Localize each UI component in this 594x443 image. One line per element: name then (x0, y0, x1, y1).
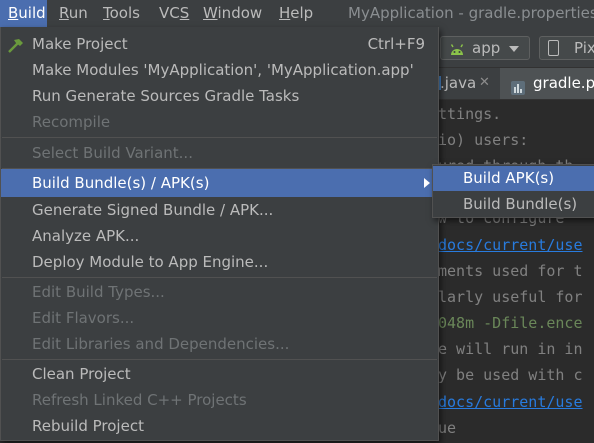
menu-item-label: Rebuild Project (32, 417, 144, 435)
code-line: e will run in in (438, 340, 583, 358)
menu-item-label: Recompile (32, 113, 111, 131)
build-bundle-submenu: Build APK(s) Build Bundle(s) (432, 164, 594, 218)
menu-item-select-build-variant: Select Build Variant... (1, 140, 438, 166)
window-title: MyApplication - gradle.properties (348, 4, 594, 22)
code-line: 048m -Dfile.ence (438, 314, 583, 332)
menu-item-run-generate-sources[interactable]: Run Generate Sources Gradle Tasks (1, 83, 438, 109)
menu-item-label: Run Generate Sources Gradle Tasks (32, 87, 300, 105)
menu-item-label: Edit Libraries and Dependencies... (32, 335, 290, 353)
code-line: io) users: (438, 131, 529, 149)
submenu-item-label: Build Bundle(s) (463, 195, 578, 213)
menu-tools-mnemonic: T (103, 4, 110, 22)
menu-vcs[interactable]: VCS (159, 0, 189, 27)
menu-item-generate-signed[interactable]: Generate Signed Bundle / APK... (1, 197, 438, 223)
submenu-item-build-apk[interactable]: Build APK(s) (433, 166, 594, 191)
menu-item-recompile: Recompile (1, 109, 438, 135)
menu-item-label: Edit Build Types... (32, 283, 165, 301)
menu-separator (2, 277, 437, 278)
menu-help[interactable]: Help (279, 0, 313, 27)
menu-item-deploy-app-engine[interactable]: Deploy Module to App Engine... (1, 249, 438, 275)
menu-item-edit-libraries: Edit Libraries and Dependencies... (1, 331, 438, 357)
android-icon (449, 41, 465, 63)
menu-item-make-project[interactable]: Make Project Ctrl+F9 (1, 31, 438, 57)
menu-build[interactable]: Build (0, 0, 47, 27)
device-icon (548, 40, 559, 56)
menu-item-edit-build-types: Edit Build Types... (1, 279, 438, 305)
menu-run[interactable]: Run (59, 0, 88, 27)
menu-item-label: Refresh Linked C++ Projects (32, 391, 247, 409)
menu-vcs-pre: VC (159, 4, 180, 22)
menu-window[interactable]: Window (203, 0, 262, 27)
close-icon[interactable]: ✕ (479, 68, 490, 98)
shortcut-label: Ctrl+F9 (367, 35, 425, 53)
code-line: y be used with c (438, 366, 583, 384)
menu-run-mnemonic: R (59, 4, 69, 22)
submenu-item-label: Build APK(s) (463, 169, 555, 187)
menu-window-mnemonic: W (203, 4, 218, 22)
menu-item-make-modules[interactable]: Make Modules 'MyApplication', 'MyApplica… (1, 57, 438, 83)
menu-item-rebuild-project[interactable]: Rebuild Project (1, 413, 438, 439)
code-line: ue (438, 419, 457, 437)
menu-run-rest: un (68, 4, 88, 22)
menu-build-rest: uild (18, 4, 46, 22)
menu-item-refresh-linked-cpp: Refresh Linked C++ Projects (1, 387, 438, 413)
code-line: ttings. (438, 105, 502, 123)
menu-tools[interactable]: Tools (103, 0, 140, 27)
device-combo[interactable]: Pix (539, 36, 594, 60)
submenu-arrow-icon (424, 178, 430, 188)
menu-separator (2, 359, 437, 360)
menu-item-label: Make Project (32, 35, 128, 53)
menu-item-edit-flavors: Edit Flavors... (1, 305, 438, 331)
menu-item-label: Make Modules 'MyApplication', 'MyApplica… (32, 61, 414, 79)
menu-item-clean-project[interactable]: Clean Project (1, 361, 438, 387)
menu-item-build-bundle-apk[interactable]: Build Bundle(s) / APK(s) (1, 169, 438, 197)
tab-gradle-label: gradle.p (533, 74, 594, 92)
build-menu-dropdown: Make Project Ctrl+F9 Make Modules 'MyApp… (0, 27, 439, 441)
menu-separator (2, 137, 437, 138)
menu-item-label: Build Bundle(s) / APK(s) (32, 174, 210, 192)
tab-java-label: .java (440, 74, 477, 92)
menu-item-label: Analyze APK... (32, 227, 140, 245)
tab-java[interactable]: .java ✕ (437, 68, 499, 99)
menu-item-analyze-apk[interactable]: Analyze APK... (1, 223, 438, 249)
menu-item-label: Edit Flavors... (32, 309, 135, 327)
submenu-item-build-bundle[interactable]: Build Bundle(s) (433, 192, 594, 217)
code-link[interactable]: docs/current/use (438, 393, 583, 411)
device-label: Pix (574, 39, 594, 57)
menu-vcs-mnemonic: S (179, 4, 190, 22)
menu-item-label: Generate Signed Bundle / APK... (32, 201, 274, 219)
run-config-combo[interactable]: app (440, 36, 530, 60)
menu-help-mnemonic: H (279, 4, 291, 22)
dropdown-arrow-icon (509, 46, 519, 52)
code-link[interactable]: docs/current/use (438, 236, 583, 254)
menu-item-label: Deploy Module to App Engine... (32, 253, 269, 271)
menu-item-label: Select Build Variant... (32, 144, 193, 162)
menu-bar: Build Run Tools VCS Window Help MyApplic… (0, 0, 594, 27)
run-config-label: app (472, 39, 501, 57)
menu-window-rest: indow (217, 4, 263, 22)
menu-tools-rest: ools (109, 4, 140, 22)
menu-help-rest: elp (290, 4, 314, 22)
menu-build-mnemonic: B (8, 4, 19, 22)
code-line: larly useful for (438, 288, 583, 306)
menu-item-label: Clean Project (32, 365, 131, 383)
tab-gradle[interactable]: gradle.p (500, 68, 594, 99)
code-line: ments used for t (438, 262, 583, 280)
